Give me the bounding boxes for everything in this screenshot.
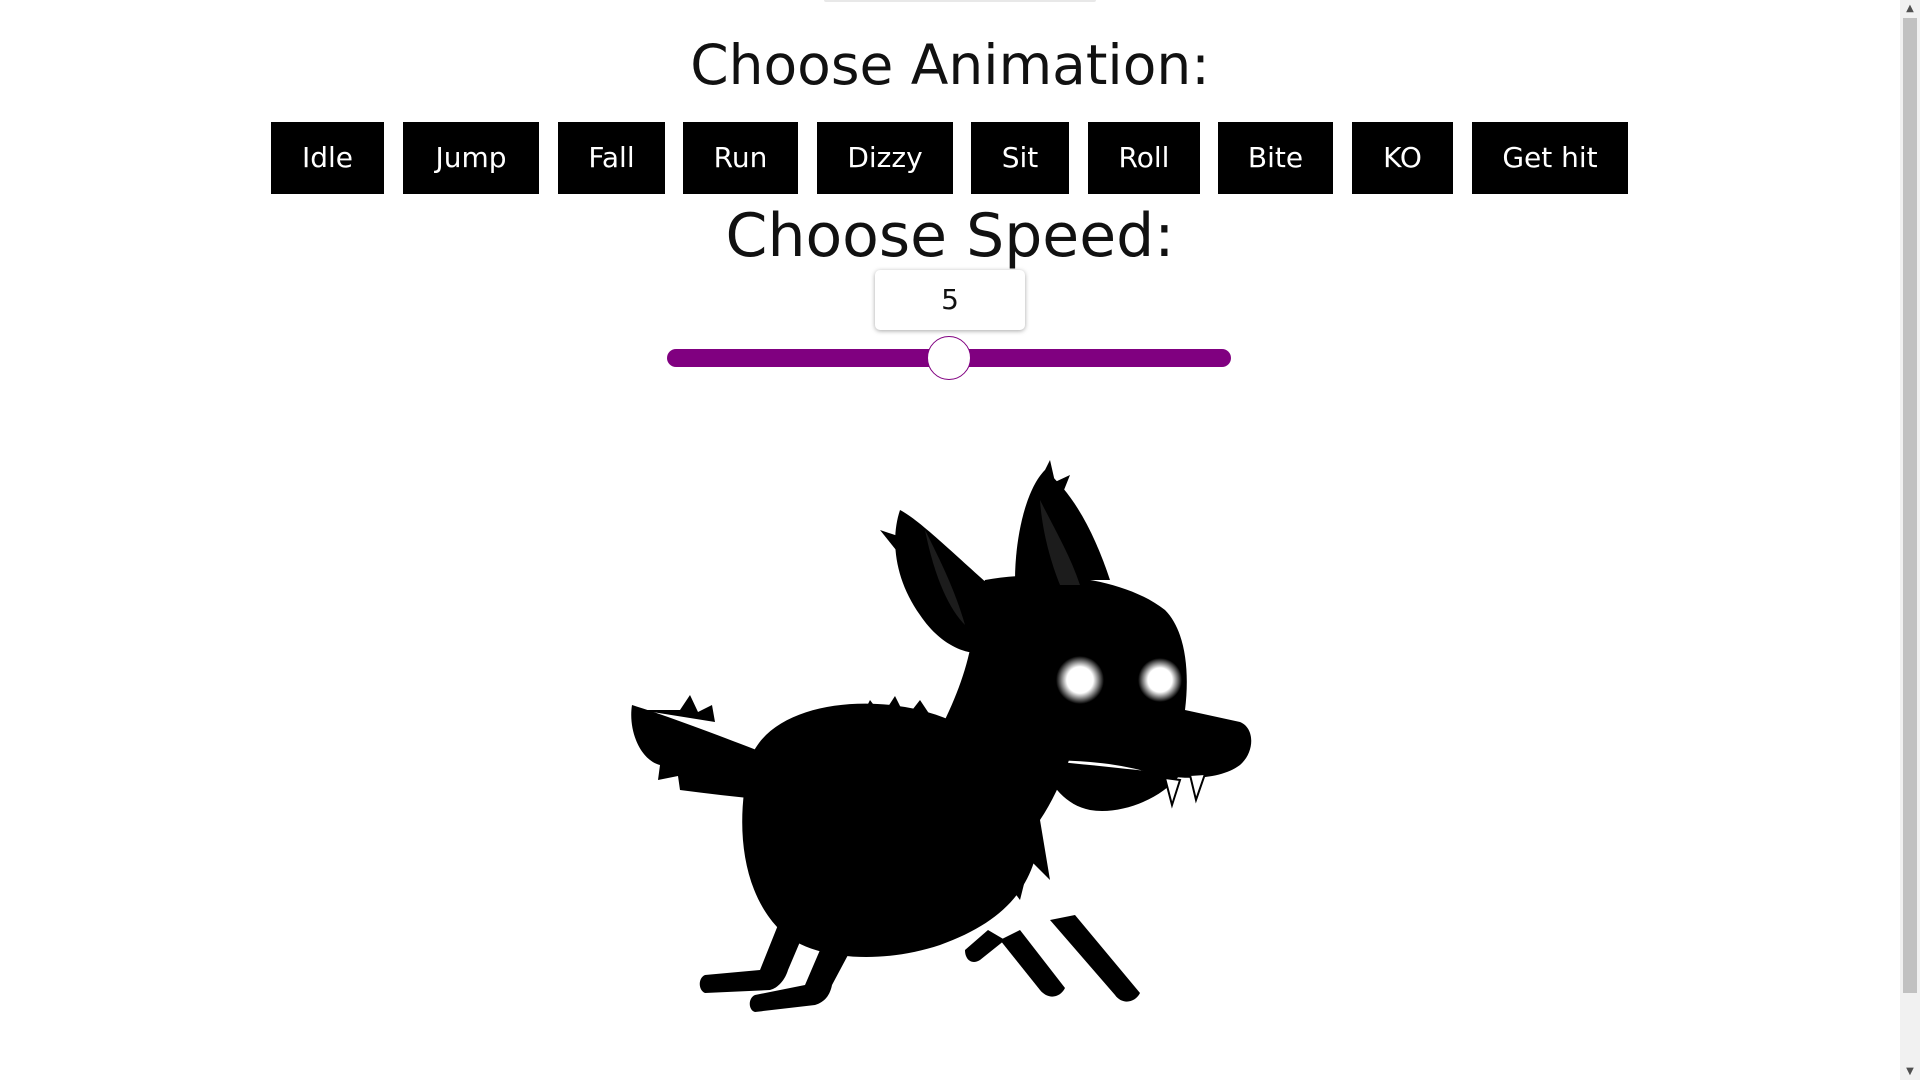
fall-button[interactable]: Fall: [558, 122, 665, 194]
speed-value-display: 5: [875, 270, 1025, 330]
run-button[interactable]: Run: [683, 122, 798, 194]
roll-button[interactable]: Roll: [1088, 122, 1200, 194]
scroll-up-arrow-icon[interactable]: ▲: [1900, 0, 1920, 17]
page: Choose Animation: Idle Jump Fall Run Diz…: [0, 0, 1900, 1080]
idle-button[interactable]: Idle: [271, 122, 384, 194]
jump-button[interactable]: Jump: [403, 122, 539, 194]
animation-button-bar: Idle Jump Fall Run Dizzy Sit Roll Bite K…: [0, 122, 1900, 194]
shadow-wolf-sprite-icon: [631, 460, 1252, 1012]
scrollbar-thumb[interactable]: [1903, 18, 1917, 993]
vertical-scrollbar[interactable]: ▲ ▼: [1900, 0, 1920, 1080]
top-tab-handle: [824, 0, 1096, 2]
left-eye-icon: [1056, 656, 1104, 704]
choose-animation-heading: Choose Animation:: [690, 33, 1210, 97]
wolf-body: [631, 460, 1252, 1012]
dizzy-button[interactable]: Dizzy: [817, 122, 953, 194]
get-hit-button[interactable]: Get hit: [1472, 122, 1628, 194]
right-eye-icon: [1138, 658, 1182, 702]
choose-speed-heading: Choose Speed:: [725, 201, 1175, 271]
scroll-down-arrow-icon[interactable]: ▼: [1900, 1063, 1920, 1080]
sit-button[interactable]: Sit: [971, 122, 1069, 194]
ko-button[interactable]: KO: [1352, 122, 1453, 194]
speed-slider-thumb[interactable]: [927, 336, 971, 380]
bite-button[interactable]: Bite: [1218, 122, 1333, 194]
